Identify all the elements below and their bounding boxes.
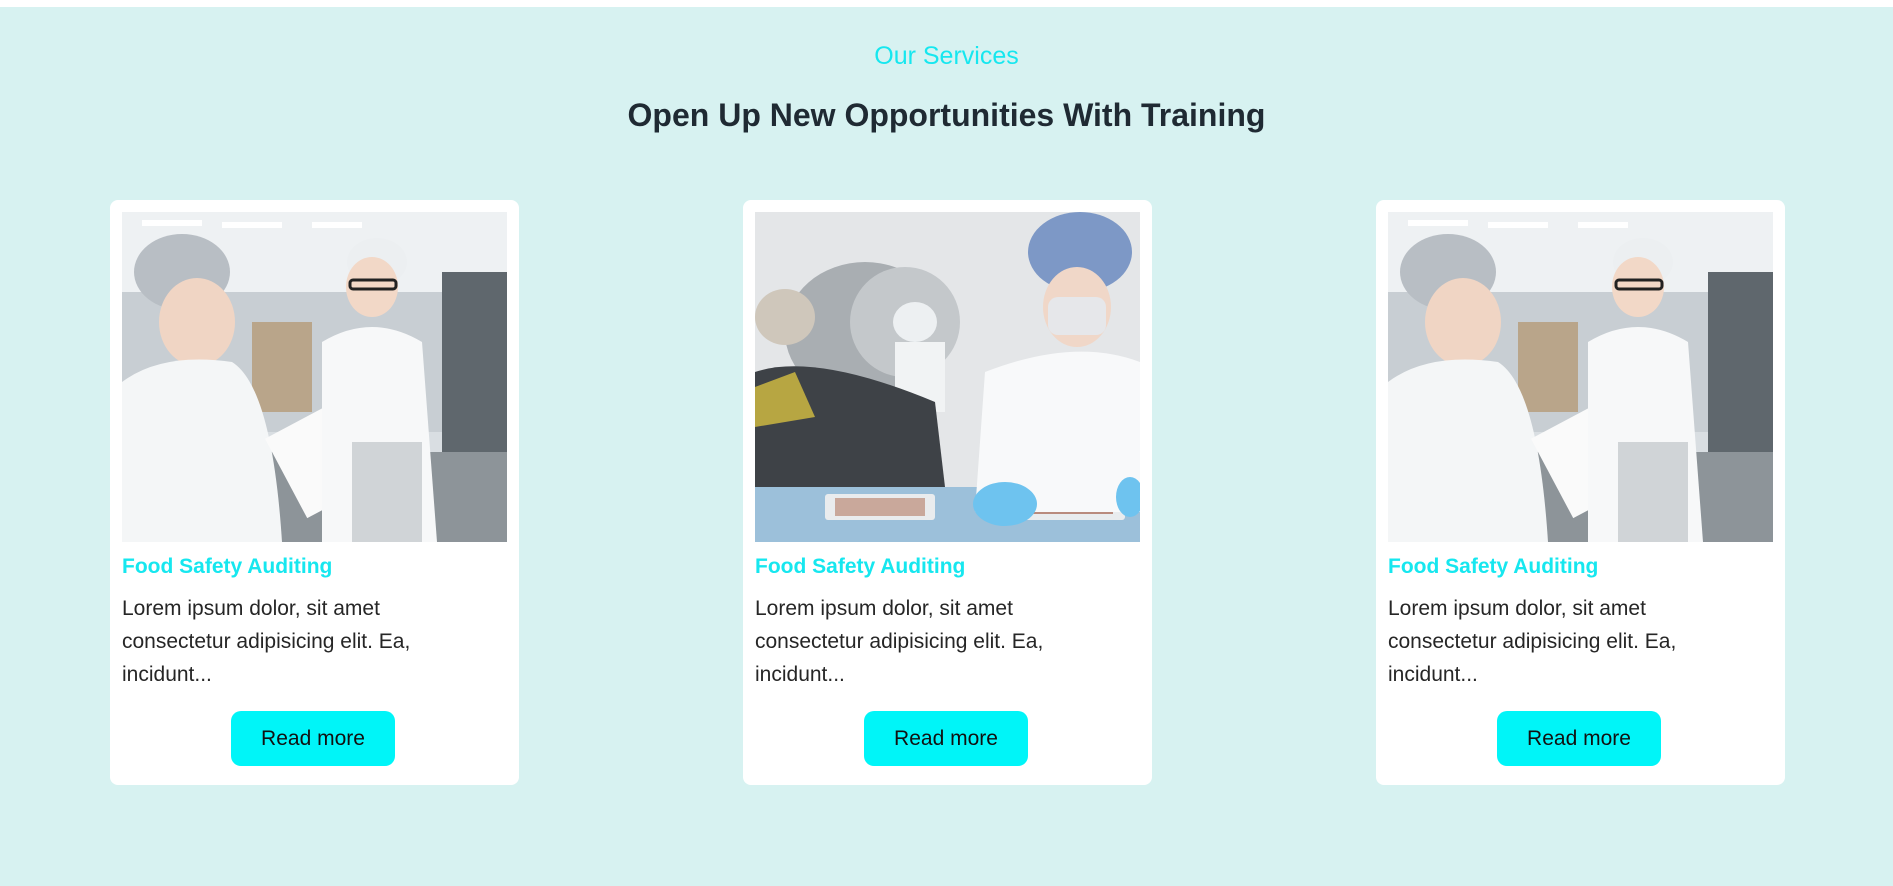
section-eyebrow: Our Services — [874, 42, 1019, 70]
section-title: Open Up New Opportunities With Training — [627, 97, 1266, 133]
service-card: Food Safety Auditing Lorem ipsum dolor, … — [743, 200, 1152, 785]
lab-worker-gloves-photo — [755, 212, 1140, 542]
read-more-button[interactable]: Read more — [1497, 711, 1661, 766]
service-card-title: Food Safety Auditing — [1388, 555, 1599, 578]
factory-auditors-photo — [1388, 212, 1773, 542]
read-more-button[interactable]: Read more — [864, 711, 1028, 766]
service-card-image — [1388, 212, 1773, 542]
service-card-title: Food Safety Auditing — [755, 555, 966, 578]
service-card-text: Lorem ipsum dolor, sit amet consectetur … — [755, 597, 1044, 686]
service-card-text: Lorem ipsum dolor, sit amet consectetur … — [122, 597, 411, 686]
service-card: Food Safety Auditing Lorem ipsum dolor, … — [110, 200, 519, 785]
service-card-title: Food Safety Auditing — [122, 555, 333, 578]
service-card-image — [122, 212, 507, 542]
service-card-image — [755, 212, 1140, 542]
factory-auditors-photo — [122, 212, 507, 542]
read-more-button[interactable]: Read more — [231, 711, 395, 766]
service-card-text: Lorem ipsum dolor, sit amet consectetur … — [1388, 597, 1677, 686]
service-card: Food Safety Auditing Lorem ipsum dolor, … — [1376, 200, 1785, 785]
services-section: Our Services Open Up New Opportunities W… — [0, 7, 1893, 886]
